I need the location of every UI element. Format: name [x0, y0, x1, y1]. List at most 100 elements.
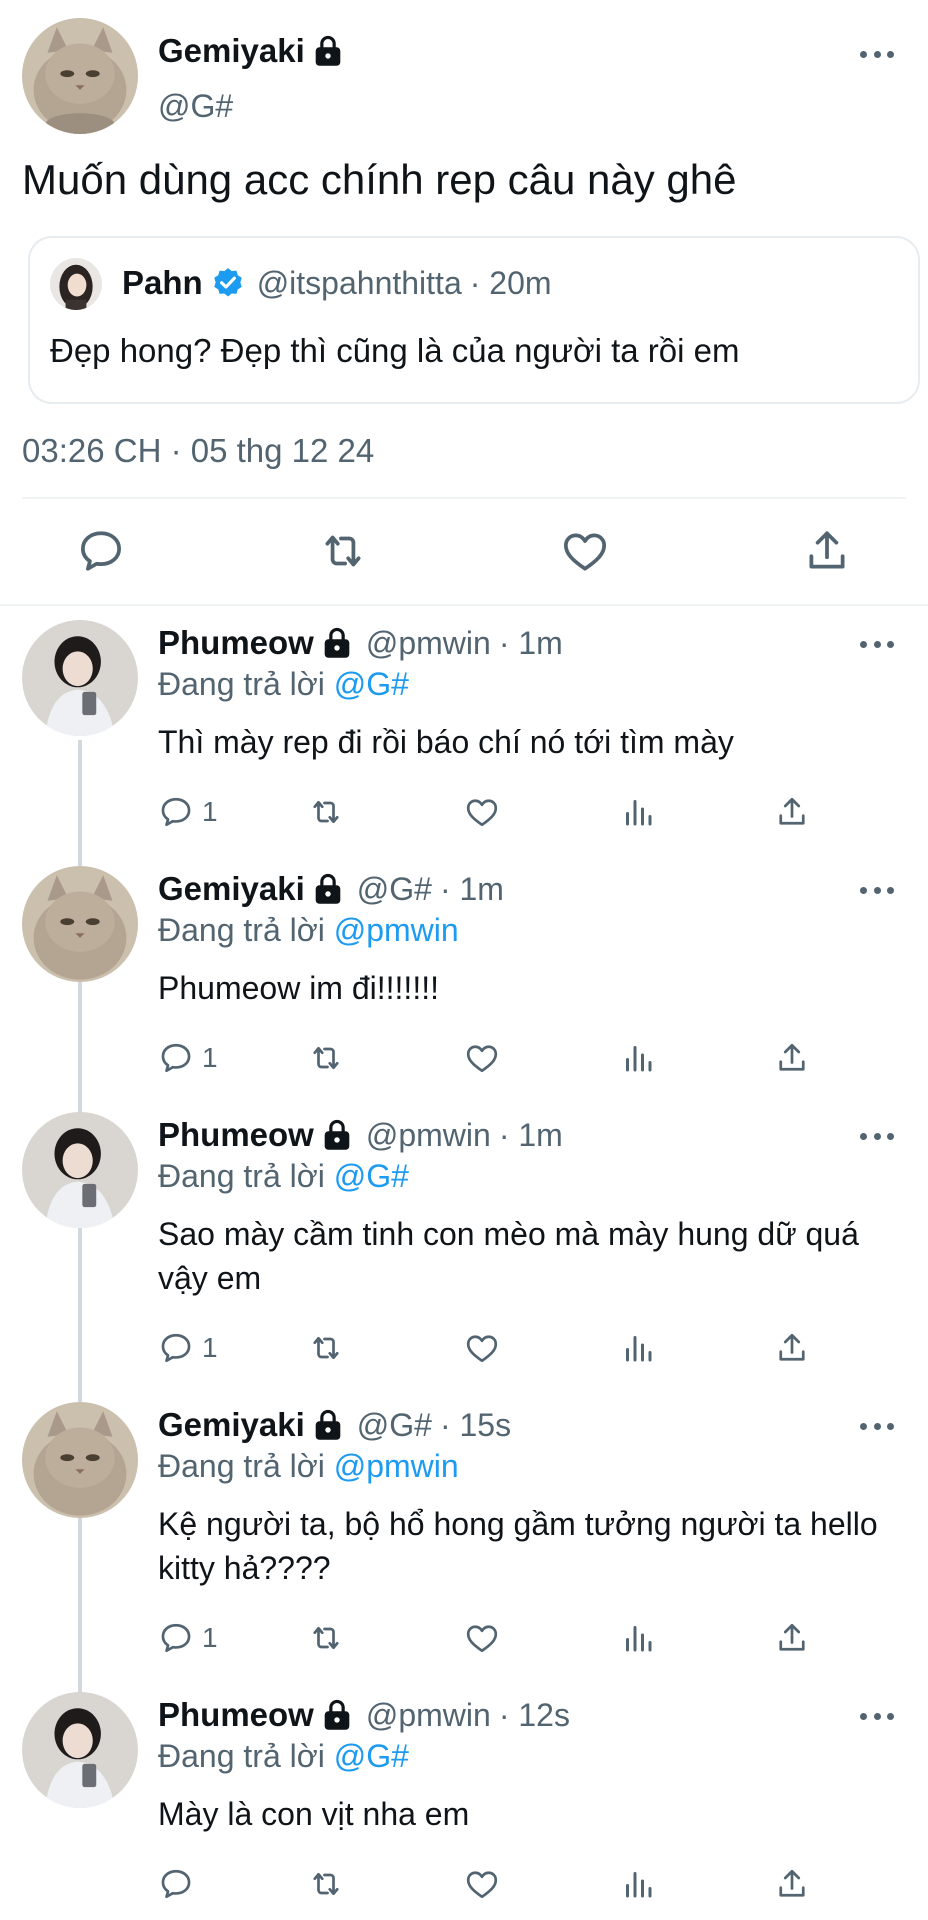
replying-to-mention[interactable]: @G#	[334, 666, 409, 702]
analytics-icon[interactable]	[620, 792, 656, 832]
replying-to: Đang trả lời @pmwin	[158, 912, 459, 949]
reply-author-name[interactable]: Phumeow	[158, 624, 314, 662]
replying-to-label: Đang trả lời	[158, 1448, 334, 1484]
reply-button[interactable]	[158, 1864, 202, 1904]
retweet-icon[interactable]	[308, 1864, 344, 1904]
replying-to-label: Đang trả lời	[158, 1158, 334, 1194]
reply-text: Sao mày cầm tinh con mèo mà mày hung dữ …	[158, 1216, 859, 1296]
more-options-icon[interactable]	[860, 885, 894, 895]
reply-author-handle: @pmwin	[365, 1696, 491, 1733]
like-icon[interactable]	[464, 1618, 500, 1658]
analytics-icon[interactable]	[620, 1618, 656, 1658]
replying-to: Đang trả lời @G#	[158, 666, 409, 703]
reply-author-name[interactable]: Gemiyaki	[158, 1406, 305, 1444]
author-handle[interactable]: @G#	[158, 88, 233, 125]
divider	[22, 497, 906, 499]
reply-header: Phumeow @pmwin · 1m	[158, 1116, 563, 1154]
author-name[interactable]: Gemiyaki	[158, 32, 305, 70]
reply-icon	[161, 1869, 191, 1899]
reply-author-name[interactable]: Gemiyaki	[158, 870, 305, 908]
lock-icon	[315, 1409, 341, 1440]
reply-tweet[interactable]: Gemiyaki @G# · 1m Đang trả lời @pmwin Ph…	[0, 870, 928, 1090]
reply-author-handle: @G#	[356, 870, 432, 907]
reply-actions: 1	[158, 792, 838, 832]
quoted-author-name[interactable]: Pahn	[122, 264, 203, 302]
reply-actions: 1	[158, 1038, 838, 1078]
reply-tweet[interactable]: Gemiyaki @G# · 15s Đang trả lời @pmwin K…	[0, 1406, 928, 1666]
retweet-icon[interactable]	[318, 526, 368, 576]
share-icon[interactable]	[802, 526, 852, 576]
replying-to-mention[interactable]: @G#	[334, 1158, 409, 1194]
reply-button[interactable]: 1	[158, 1618, 218, 1658]
reply-button[interactable]: 1	[158, 1038, 218, 1078]
reply-tweet[interactable]: Phumeow @pmwin · 1m Đang trả lời @G# Thì…	[0, 624, 928, 844]
like-icon[interactable]	[464, 1038, 500, 1078]
main-tweet: Gemiyaki @G# Muốn dùng acc chính rep câu…	[0, 0, 928, 600]
reply-text: Mày là con vịt nha em	[158, 1796, 470, 1832]
more-options-icon[interactable]	[860, 1131, 894, 1141]
quoted-avatar	[50, 258, 102, 310]
author-name-row: Gemiyaki	[158, 32, 343, 70]
retweet-icon[interactable]	[308, 792, 344, 832]
reply-icon	[161, 1043, 191, 1073]
reply-header: Phumeow @pmwin · 1m	[158, 624, 563, 662]
more-options-icon[interactable]	[860, 1711, 894, 1721]
reply-author-handle: @pmwin	[365, 624, 491, 661]
reply-count: 1	[202, 1042, 218, 1073]
like-icon[interactable]	[560, 526, 610, 576]
quoted-tweet[interactable]: Pahn @itspahnthitta · 20m Đẹp hong? Đẹp …	[28, 236, 920, 404]
reply-author-name[interactable]: Phumeow	[158, 1116, 314, 1154]
reply-icon[interactable]	[76, 526, 126, 576]
analytics-icon[interactable]	[620, 1328, 656, 1368]
lock-icon	[324, 1699, 350, 1730]
reply-header: Gemiyaki @G# · 1m	[158, 870, 504, 908]
reply-time: · 1m	[498, 624, 563, 661]
like-icon[interactable]	[464, 1864, 500, 1904]
reply-button[interactable]: 1	[158, 792, 218, 832]
quoted-author-handle: @itspahnthitta	[256, 264, 462, 301]
replying-to-label: Đang trả lời	[158, 1738, 334, 1774]
share-icon[interactable]	[774, 1618, 810, 1658]
replying-to-label: Đang trả lời	[158, 912, 334, 948]
more-options-icon[interactable]	[860, 1421, 894, 1431]
reply-time: · 12s	[498, 1696, 570, 1733]
reply-tweet[interactable]: Phumeow @pmwin · 1m Đang trả lời @G# Sao…	[0, 1116, 928, 1376]
replying-to: Đang trả lời @G#	[158, 1158, 409, 1195]
like-icon[interactable]	[464, 792, 500, 832]
share-icon[interactable]	[774, 1328, 810, 1368]
reply-tweet[interactable]: Phumeow @pmwin · 12s Đang trả lời @G# Mà…	[0, 1696, 928, 1916]
share-icon[interactable]	[774, 1038, 810, 1078]
replying-to-mention[interactable]: @G#	[334, 1738, 409, 1774]
more-options-icon[interactable]	[860, 639, 894, 649]
retweet-icon[interactable]	[308, 1618, 344, 1658]
quoted-text: Đẹp hong? Đẹp thì cũng là của người ta r…	[50, 332, 740, 369]
reply-actions: 1	[158, 1618, 838, 1658]
reply-icon	[161, 797, 191, 827]
retweet-icon[interactable]	[308, 1038, 344, 1078]
lock-icon	[315, 35, 341, 66]
reply-header: Gemiyaki @G# · 15s	[158, 1406, 511, 1444]
reply-count: 1	[202, 1332, 218, 1363]
share-icon[interactable]	[774, 792, 810, 832]
quoted-header: Pahn @itspahnthitta · 20m	[122, 264, 552, 302]
like-icon[interactable]	[464, 1328, 500, 1368]
lock-icon	[315, 873, 341, 904]
analytics-icon[interactable]	[620, 1038, 656, 1078]
more-options-icon[interactable]	[860, 49, 894, 59]
replying-to-mention[interactable]: @pmwin	[334, 912, 459, 948]
reply-author-name[interactable]: Phumeow	[158, 1696, 314, 1734]
share-icon[interactable]	[774, 1864, 810, 1904]
replying-to-mention[interactable]: @pmwin	[334, 1448, 459, 1484]
reply-button[interactable]: 1	[158, 1328, 218, 1368]
reply-actions	[158, 1864, 838, 1904]
reply-author-handle: @G#	[356, 1406, 432, 1443]
lock-icon	[324, 627, 350, 658]
quoted-time: · 20m	[469, 264, 552, 301]
reply-count: 1	[202, 796, 218, 827]
cat-avatar[interactable]	[22, 18, 138, 134]
retweet-icon[interactable]	[308, 1328, 344, 1368]
tweet-timestamp[interactable]: 03:26 CH · 05 thg 12 24	[22, 432, 374, 470]
analytics-icon[interactable]	[620, 1864, 656, 1904]
replying-to-label: Đang trả lời	[158, 666, 334, 702]
reply-icon	[161, 1333, 191, 1363]
